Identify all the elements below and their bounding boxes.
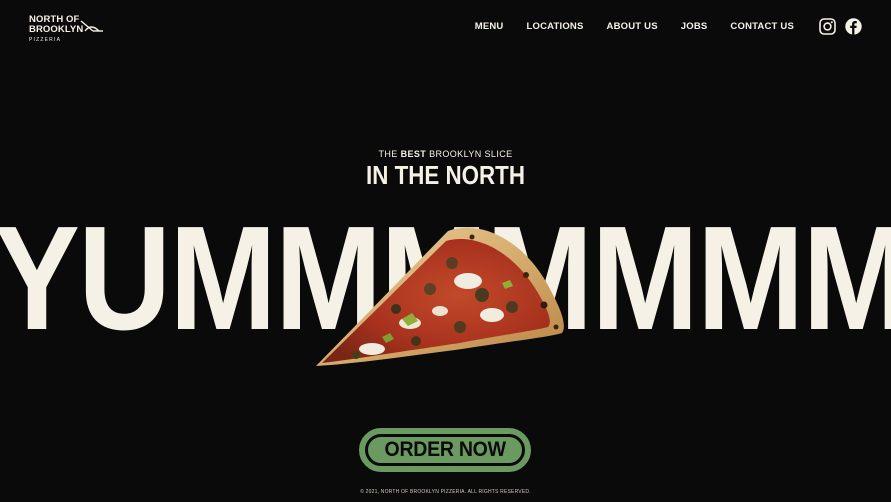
nav-jobs[interactable]: JOBS xyxy=(681,21,708,33)
facebook-icon[interactable] xyxy=(845,18,862,35)
tagline-pre: THE xyxy=(378,149,401,159)
order-now-button[interactable]: ORDER NOW xyxy=(359,428,531,472)
tagline-bold: BEST xyxy=(400,149,427,159)
pizza-peel-icon xyxy=(80,20,103,32)
social-links xyxy=(819,18,862,35)
hero-headline: IN THE NORTH xyxy=(365,160,525,190)
order-now-label: ORDER NOW xyxy=(384,438,506,461)
instagram-icon[interactable] xyxy=(819,18,836,35)
footer-copyright: © 2021, NORTH OF BROOKLYN PIZZERIA. ALL … xyxy=(360,489,531,495)
order-now-inner: ORDER NOW xyxy=(365,434,525,466)
brand-sub: PIZZERIA xyxy=(29,37,62,43)
tagline-post: BROOKLYN SLICE xyxy=(426,149,513,159)
nav-contact-us[interactable]: CONTACT US xyxy=(730,21,794,33)
brand-logo[interactable]: NORTH OF BROOKLYN PIZZERIA xyxy=(29,15,109,45)
pizza-slice-image xyxy=(316,227,564,366)
hero-tagline: THE BEST BROOKLYN SLICE xyxy=(0,149,891,159)
nav-locations[interactable]: LOCATIONS xyxy=(526,21,583,33)
nav-menu[interactable]: MENU xyxy=(475,21,504,33)
main-nav: MENU LOCATIONS ABOUT US JOBS CONTACT US xyxy=(475,21,794,33)
nav-about-us[interactable]: ABOUT US xyxy=(607,21,658,33)
